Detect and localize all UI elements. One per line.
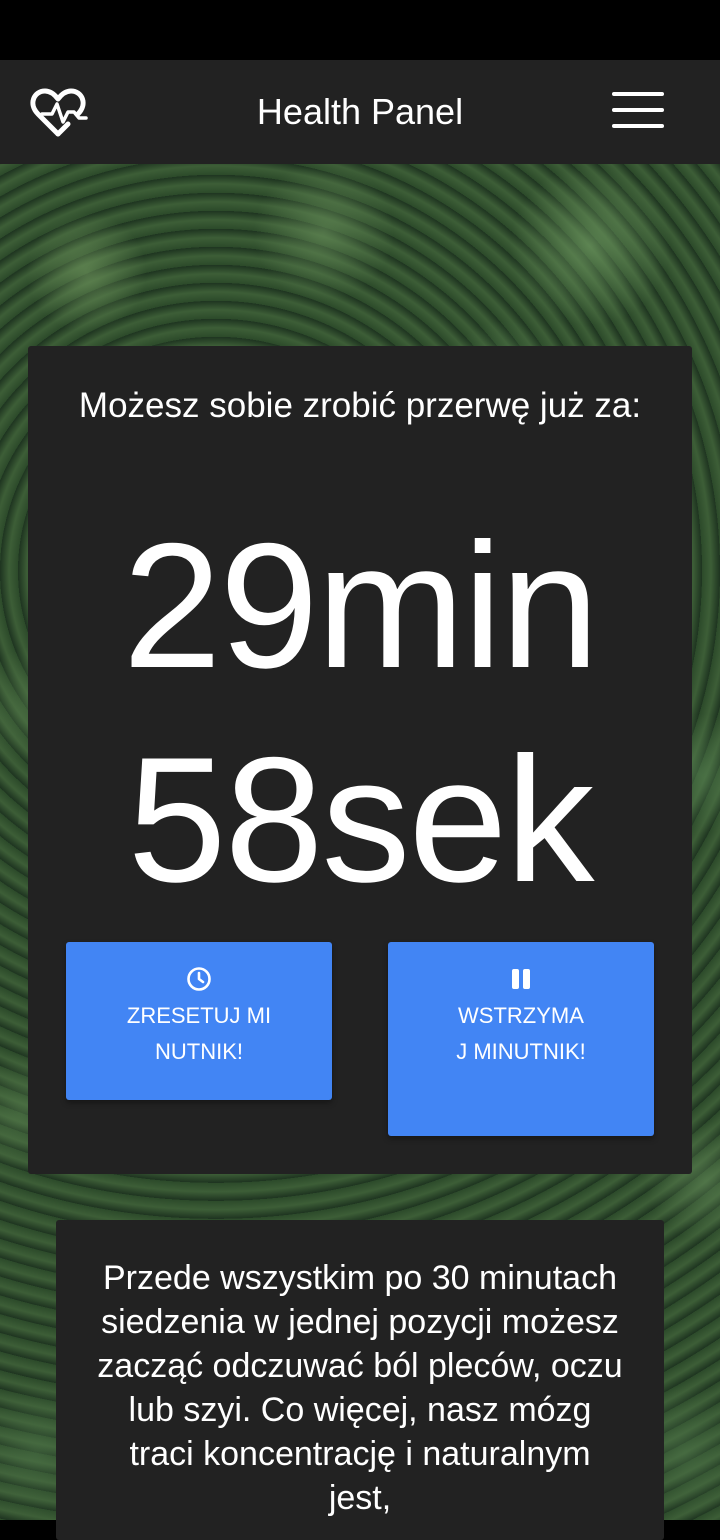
timer-heading: Możesz sobie zrobić przerwę już za: (78, 386, 642, 425)
info-card: Przede wszystkim po 30 minutach siedzeni… (56, 1220, 664, 1540)
timer-minutes: 29min (122, 506, 600, 705)
pause-icon (512, 969, 530, 989)
clock-icon (187, 967, 211, 991)
reset-button-label: ZRESETUJ MINUTNIK! (126, 1003, 272, 1064)
info-text: Przede wszystkim po 30 minutach siedzeni… (97, 1259, 623, 1517)
pause-button-label: WSTRZYMAJ MINUTNIK! (456, 1003, 586, 1064)
pause-timer-button[interactable]: WSTRZYMAJ MINUTNIK! (388, 942, 654, 1136)
hamburger-menu-icon[interactable] (612, 92, 664, 132)
timer-card: Możesz sobie zrobić przerwę już za: 29mi… (28, 346, 692, 1174)
reset-timer-button[interactable]: ZRESETUJ MINUTNIK! (66, 942, 332, 1100)
status-bar (0, 0, 720, 60)
timer-seconds: 58sek (127, 720, 595, 919)
